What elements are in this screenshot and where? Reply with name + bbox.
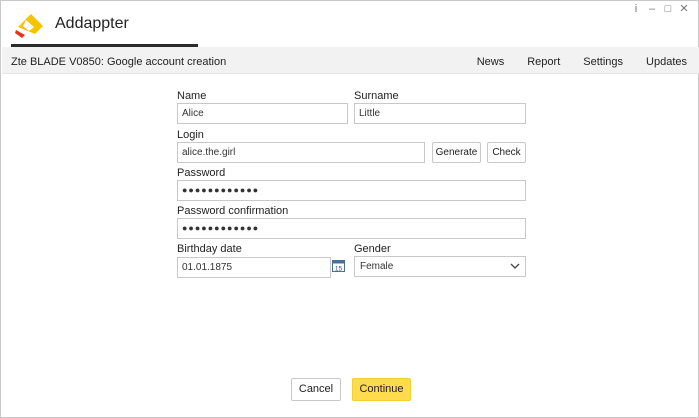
surname-field[interactable]: Little bbox=[354, 103, 526, 124]
nav-report[interactable]: Report bbox=[527, 56, 560, 68]
minimize-icon[interactable]: – bbox=[644, 3, 660, 15]
surname-label: Surname bbox=[354, 90, 399, 102]
calendar-icon[interactable]: 15 bbox=[332, 259, 345, 272]
top-nav: News Report Settings Updates bbox=[454, 56, 687, 68]
password-confirmation-label: Password confirmation bbox=[177, 205, 289, 217]
app-window: Addappter i – □ ✕ Zte BLADE V0850: Googl… bbox=[0, 0, 699, 418]
name-label: Name bbox=[177, 90, 207, 102]
password-label: Password bbox=[177, 167, 226, 179]
maximize-icon[interactable]: □ bbox=[660, 3, 676, 15]
generate-button[interactable]: Generate bbox=[432, 142, 481, 163]
gender-label: Gender bbox=[354, 243, 391, 255]
password-field[interactable]: ●●●●●●●●●●●● bbox=[177, 180, 526, 201]
continue-button[interactable]: Continue bbox=[352, 378, 411, 401]
cancel-button[interactable]: Cancel bbox=[291, 378, 341, 401]
password-confirmation-field[interactable]: ●●●●●●●●●●●● bbox=[177, 218, 526, 239]
window-controls: i – □ ✕ bbox=[628, 3, 692, 15]
login-field[interactable]: alice.the.girl bbox=[177, 142, 425, 163]
nav-updates[interactable]: Updates bbox=[646, 56, 687, 68]
nav-news[interactable]: News bbox=[477, 56, 505, 68]
chevron-down-icon bbox=[510, 263, 520, 269]
addappter-logo-icon bbox=[15, 14, 43, 38]
page-title: Zte BLADE V0850: Google account creation bbox=[11, 56, 227, 68]
nav-settings[interactable]: Settings bbox=[583, 56, 623, 68]
gender-select[interactable]: Female bbox=[354, 256, 526, 277]
app-title: Addappter bbox=[55, 15, 129, 32]
check-button[interactable]: Check bbox=[487, 142, 526, 163]
info-icon[interactable]: i bbox=[628, 3, 644, 15]
name-field[interactable]: Alice bbox=[177, 103, 348, 124]
gender-value: Female bbox=[360, 261, 394, 272]
birthday-label: Birthday date bbox=[177, 243, 242, 255]
login-label: Login bbox=[177, 129, 204, 141]
calendar-day: 15 bbox=[335, 265, 343, 272]
birthday-field[interactable]: 01.01.1875 bbox=[177, 257, 331, 278]
close-icon[interactable]: ✕ bbox=[676, 3, 692, 15]
